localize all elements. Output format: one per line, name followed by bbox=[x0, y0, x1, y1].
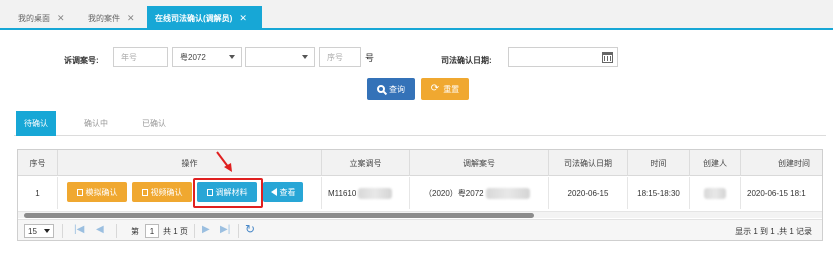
divider bbox=[116, 224, 117, 238]
sequence-input[interactable]: 序号 bbox=[319, 47, 361, 67]
tab-pending[interactable]: 待确认 bbox=[16, 111, 56, 136]
tab-online-judicial-confirmation[interactable]: 在线司法确认(调解员) ✕ bbox=[147, 6, 262, 30]
annotation-arrow-icon bbox=[216, 151, 232, 172]
last-page-icon[interactable]: ▶| bbox=[220, 225, 230, 235]
header-confirm-date: 司法确认日期 bbox=[549, 150, 628, 176]
divider bbox=[194, 224, 195, 238]
year-input[interactable]: 年号 bbox=[113, 47, 168, 67]
video-icon bbox=[141, 188, 148, 196]
tab-label: 我的案件 bbox=[88, 13, 120, 23]
chevron-down-icon bbox=[229, 55, 235, 59]
top-tab-bar: 我的桌面 ✕ 我的案件 ✕ 在线司法确认(调解员) ✕ bbox=[0, 0, 833, 30]
document-icon bbox=[76, 188, 83, 196]
pagination-bar: 15 |◀ ◀ 第 1 共 1 页 ▶ ▶| ↻ 显示 1 到 1 ,共 1 记… bbox=[18, 219, 822, 240]
redacted-mark bbox=[485, 187, 530, 199]
redacted-mark bbox=[704, 187, 726, 199]
cell-filing-no: M11610 bbox=[322, 177, 410, 209]
close-icon[interactable]: ✕ bbox=[127, 13, 135, 24]
search-icon bbox=[377, 85, 385, 93]
header-index: 序号 bbox=[18, 150, 58, 176]
tab-my-cases[interactable]: 我的案件 ✕ bbox=[80, 6, 143, 30]
send-icon bbox=[270, 188, 277, 196]
first-page-icon[interactable]: |◀ bbox=[74, 225, 84, 235]
confirm-date-label: 司法确认日期: bbox=[441, 56, 492, 65]
horizontal-scrollbar[interactable] bbox=[18, 211, 822, 218]
cell-created-at: 2020-06-15 18:1 bbox=[741, 177, 822, 209]
prev-page-icon[interactable]: ◀ bbox=[96, 225, 104, 235]
cell-actions: 模拟确认 视频确认 调解材料 查看 bbox=[58, 177, 322, 209]
refresh-icon: ⟳ bbox=[430, 83, 440, 94]
number-suffix: 号 bbox=[365, 53, 375, 63]
cell-mediation-no: （2020）粤2072 bbox=[410, 177, 549, 209]
tab-confirming[interactable]: 确认中 bbox=[76, 111, 116, 136]
page-number-input[interactable]: 1 bbox=[145, 224, 159, 238]
reset-button[interactable]: ⟳ 重置 bbox=[421, 78, 469, 100]
case-type-select[interactable] bbox=[245, 47, 315, 67]
close-icon[interactable]: ✕ bbox=[57, 13, 65, 24]
header-filing-no: 立案调号 bbox=[322, 150, 410, 176]
case-number-label: 诉调案号: bbox=[64, 56, 99, 65]
video-confirm-button[interactable]: 视频确认 bbox=[132, 182, 192, 202]
document-icon bbox=[206, 188, 213, 196]
cell-confirm-date: 2020-06-15 bbox=[549, 177, 628, 209]
header-created-at: 创建时间 bbox=[741, 150, 822, 176]
close-icon[interactable]: ✕ bbox=[239, 13, 247, 24]
header-mediation-no: 调解案号 bbox=[410, 150, 549, 176]
header-time: 时间 bbox=[628, 150, 690, 176]
page-prefix: 第 bbox=[131, 227, 139, 236]
cell-index: 1 bbox=[18, 177, 58, 209]
chevron-down-icon bbox=[302, 55, 308, 59]
mediation-materials-button[interactable]: 调解材料 bbox=[197, 182, 257, 202]
refresh-icon[interactable]: ↻ bbox=[245, 223, 255, 235]
divider bbox=[238, 224, 239, 238]
calendar-icon[interactable] bbox=[602, 52, 613, 63]
chevron-down-icon bbox=[44, 229, 50, 233]
tab-label: 在线司法确认(调解员) bbox=[155, 13, 233, 23]
table-header: 序号 操作 立案调号 调解案号 司法确认日期 时间 创建人 创建时间 bbox=[18, 150, 822, 176]
tab-my-desktop[interactable]: 我的桌面 ✕ bbox=[10, 6, 73, 30]
table-row: 1 模拟确认 视频确认 调解材料 查看 M11610 （2020）粤2072 2… bbox=[18, 177, 822, 209]
header-actions: 操作 bbox=[58, 150, 322, 176]
status-tab-bar: 待确认 确认中 已确认 bbox=[14, 106, 826, 136]
cell-time: 18:15-18:30 bbox=[628, 177, 690, 209]
tab-label: 我的桌面 bbox=[18, 13, 50, 23]
record-summary: 显示 1 到 1 ,共 1 记录 bbox=[735, 227, 812, 236]
court-code-select[interactable]: 粤2072 bbox=[172, 47, 242, 67]
redacted-mark bbox=[358, 187, 393, 199]
simulate-confirm-button[interactable]: 模拟确认 bbox=[67, 182, 127, 202]
confirm-date-input[interactable] bbox=[508, 47, 618, 67]
view-button[interactable]: 查看 bbox=[263, 182, 303, 202]
page-size-select[interactable]: 15 bbox=[24, 224, 54, 238]
data-table: 序号 操作 立案调号 调解案号 司法确认日期 时间 创建人 创建时间 1 模拟确… bbox=[17, 149, 823, 241]
scrollbar-thumb[interactable] bbox=[24, 213, 534, 218]
header-creator: 创建人 bbox=[690, 150, 741, 176]
next-page-icon[interactable]: ▶ bbox=[202, 225, 210, 235]
tab-confirmed[interactable]: 已确认 bbox=[134, 111, 174, 136]
divider bbox=[62, 224, 63, 238]
page-total: 共 1 页 bbox=[163, 227, 188, 236]
query-button[interactable]: 查询 bbox=[367, 78, 415, 100]
cell-creator bbox=[690, 177, 741, 209]
